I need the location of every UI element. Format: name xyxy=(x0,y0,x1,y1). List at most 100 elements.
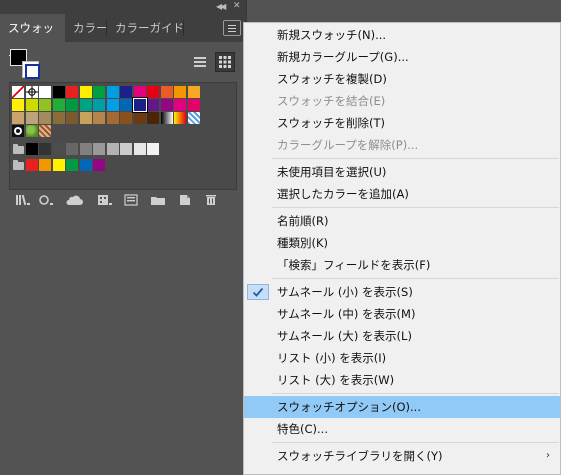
swatch-options-icon[interactable] xyxy=(97,194,113,206)
panel-menu-button[interactable] xyxy=(223,20,241,36)
swatch-gradient[interactable] xyxy=(187,112,200,124)
swatches-panel-menu: 新規スウォッチ(N)... 新規カラーグループ(G)... スウォッチを複製(D) ス… xyxy=(243,22,561,475)
swatch[interactable] xyxy=(120,143,132,155)
swatch[interactable] xyxy=(93,86,105,98)
swatch[interactable] xyxy=(79,86,92,98)
swatch[interactable] xyxy=(39,112,51,124)
swatch[interactable] xyxy=(66,112,78,124)
swatch[interactable] xyxy=(52,159,65,171)
menu-item[interactable]: リスト (大) を表示(W) xyxy=(244,369,560,391)
swatch[interactable] xyxy=(93,99,105,111)
color-group-folder-icon[interactable] xyxy=(13,160,24,170)
swatch[interactable] xyxy=(133,112,146,124)
swatch[interactable] xyxy=(106,99,119,111)
swatch[interactable] xyxy=(147,143,159,155)
swatch[interactable] xyxy=(39,99,51,111)
menu-item[interactable]: 種類別(K) xyxy=(244,232,560,254)
swatch[interactable] xyxy=(25,159,38,171)
menu-item[interactable]: リスト (小) を表示(I) xyxy=(244,347,560,369)
swatch[interactable] xyxy=(120,99,132,111)
stroke-swatch[interactable] xyxy=(22,61,40,79)
swatch[interactable] xyxy=(120,112,132,124)
menu-separator xyxy=(272,442,559,443)
swatch[interactable] xyxy=(12,99,24,111)
swatch[interactable] xyxy=(93,143,105,155)
list-view-icon[interactable] xyxy=(190,52,210,72)
swatch[interactable] xyxy=(66,99,78,111)
cloud-library-icon[interactable] xyxy=(65,194,85,206)
menu-item[interactable]: スウォッチを複製(D) xyxy=(244,68,560,90)
show-swatch-kinds-menu-icon[interactable] xyxy=(124,194,138,206)
swatch[interactable] xyxy=(39,159,51,171)
swatch[interactable] xyxy=(39,86,51,98)
swatch-pattern[interactable] xyxy=(39,125,51,137)
swatch[interactable] xyxy=(160,86,173,98)
swatch[interactable] xyxy=(93,159,105,171)
menu-item[interactable]: 「検索」フィールドを表示(F) xyxy=(244,254,560,276)
swatch[interactable] xyxy=(79,143,92,155)
panel-title-bar[interactable]: ◀◀ ✕ xyxy=(0,0,246,14)
menu-item[interactable]: サムネール (中) を表示(M) xyxy=(244,303,560,325)
swatch[interactable] xyxy=(79,159,92,171)
menu-item[interactable]: サムネール (大) を表示(L) xyxy=(244,325,560,347)
swatch[interactable] xyxy=(174,86,186,98)
fill-stroke-indicator[interactable] xyxy=(10,49,42,81)
swatch[interactable] xyxy=(187,99,200,111)
swatch[interactable] xyxy=(52,99,65,111)
swatch-pattern[interactable] xyxy=(12,125,24,137)
new-color-group-icon[interactable] xyxy=(150,194,166,206)
new-swatch-icon[interactable] xyxy=(178,194,192,206)
show-swatch-kinds-icon[interactable] xyxy=(38,194,54,206)
delete-swatch-icon[interactable] xyxy=(204,194,218,206)
swatch[interactable] xyxy=(66,143,78,155)
swatch[interactable] xyxy=(25,143,38,155)
swatch[interactable] xyxy=(25,99,38,111)
swatch-library-icon[interactable] xyxy=(15,194,31,206)
swatch[interactable] xyxy=(133,143,146,155)
hamburger-line xyxy=(228,31,236,32)
swatch[interactable] xyxy=(174,99,186,111)
swatch[interactable] xyxy=(147,86,159,98)
swatch[interactable] xyxy=(79,112,92,124)
swatch[interactable] xyxy=(66,159,78,171)
swatch-pattern[interactable] xyxy=(25,125,38,137)
menu-item[interactable]: 未使用項目を選択(U) xyxy=(244,161,560,183)
swatch[interactable] xyxy=(187,86,200,98)
menu-item[interactable]: 新規カラーグループ(G)... xyxy=(244,46,560,68)
menu-item[interactable]: スウォッチオプション(O)... xyxy=(244,396,560,418)
swatch[interactable] xyxy=(25,112,38,124)
tab-swatches[interactable]: スウォッチ xyxy=(0,14,65,63)
swatch[interactable] xyxy=(66,86,78,98)
menu-item[interactable]: 特色(C)... xyxy=(244,418,560,440)
swatch-gradient[interactable] xyxy=(174,112,186,124)
swatch[interactable] xyxy=(133,86,146,98)
swatch[interactable] xyxy=(106,86,119,98)
swatch-gradient[interactable] xyxy=(160,112,173,124)
swatch[interactable] xyxy=(147,99,159,111)
swatch[interactable] xyxy=(106,143,119,155)
swatch[interactable] xyxy=(160,99,173,111)
menu-item[interactable]: スウォッチを削除(T) xyxy=(244,112,560,134)
menu-item[interactable]: 新規スウォッチ(N)... xyxy=(244,24,560,46)
swatch[interactable] xyxy=(120,86,132,98)
menu-item[interactable]: スウォッチライブラリを開く(Y) › xyxy=(244,445,560,467)
swatch[interactable] xyxy=(52,143,65,155)
color-group-folder-icon[interactable] xyxy=(13,144,24,154)
menu-item[interactable]: 選択したカラーを追加(A) xyxy=(244,183,560,205)
swatch[interactable] xyxy=(39,143,51,155)
swatch[interactable] xyxy=(93,112,105,124)
swatch[interactable] xyxy=(52,112,65,124)
swatch[interactable] xyxy=(79,99,92,111)
swatch-none[interactable] xyxy=(12,86,24,98)
swatch[interactable] xyxy=(147,112,159,124)
close-icon[interactable]: ✕ xyxy=(233,1,241,11)
menu-item[interactable]: サムネール (小) を表示(S) xyxy=(244,281,560,303)
tab-color-guide[interactable]: カラーガイド xyxy=(107,14,192,42)
swatch-registration[interactable] xyxy=(25,86,38,98)
collapse-icon[interactable]: ◀◀ xyxy=(216,2,226,11)
swatch[interactable] xyxy=(12,112,24,124)
grid-view-icon[interactable] xyxy=(215,52,235,72)
menu-item[interactable]: 名前順(R) xyxy=(244,210,560,232)
swatch[interactable] xyxy=(106,112,119,124)
swatch[interactable] xyxy=(52,86,65,98)
